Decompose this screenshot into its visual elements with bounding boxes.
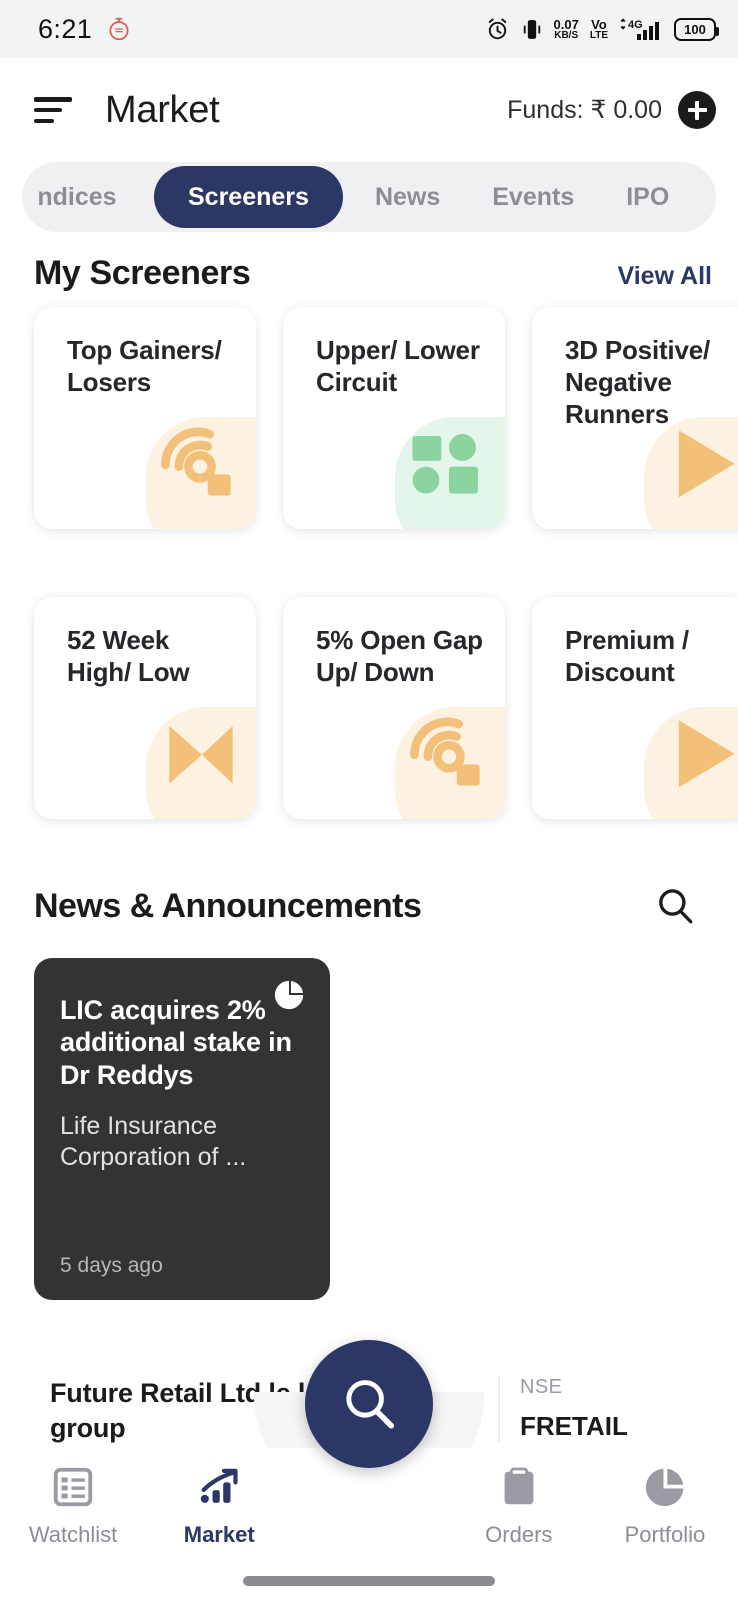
app-screen: 6:21 0.07 KB/S Vo LTE 4G 100 Market Fund… <box>0 0 738 1600</box>
funds-label: Funds: ₹ 0.00 <box>507 96 662 124</box>
status-bar-right: 0.07 KB/S Vo LTE 4G 100 <box>485 17 719 42</box>
tab-screeners[interactable]: Screeners <box>154 166 343 228</box>
list-icon <box>53 1467 93 1507</box>
nav-label: Portfolio <box>624 1522 706 1547</box>
screener-cards-row-2: 52 Week High/ Low 5% Open Gap Up/ Down P… <box>0 597 738 819</box>
volte-line2: LTE <box>589 29 608 41</box>
nav-item-market[interactable]: Market <box>146 1464 292 1548</box>
screener-card-3d-positive-negative-runners[interactable]: 3D Positive/ Negative Runners <box>532 307 738 529</box>
news-section-header: News & Announcements <box>0 885 738 927</box>
pie-chart-icon <box>645 1468 684 1507</box>
search-fab-button[interactable] <box>305 1340 433 1468</box>
nav-label: Orders <box>485 1522 553 1547</box>
radar-signal-icon <box>161 427 231 496</box>
news-section-title: News & Announcements <box>34 886 422 925</box>
nav-item-orders[interactable]: Orders <box>446 1464 592 1548</box>
news-body: Life Insurance Corporation of ... <box>60 1112 247 1172</box>
play-triangle-icon <box>678 720 735 788</box>
exchange-label: NSE <box>520 1376 563 1398</box>
network-speed: 0.07 KB/S <box>554 18 579 41</box>
status-time: 6:21 <box>38 13 93 44</box>
network-speed-unit: KB/S <box>554 29 579 41</box>
screener-card-title: Premium / Discount <box>565 625 689 687</box>
nav-label: Market <box>183 1522 255 1547</box>
screener-card-52-week-high-low[interactable]: 52 Week High/ Low <box>34 597 256 819</box>
box-icon <box>504 1467 534 1505</box>
news-list-item-meta: NSE FRETAIL <box>498 1376 628 1442</box>
tab-events[interactable]: Events <box>466 183 600 212</box>
screener-card-top-gainers-losers[interactable]: Top Gainers/ Losers <box>34 307 256 529</box>
screener-card-upper-lower-circuit[interactable]: Upper/ Lower Circuit <box>283 307 505 529</box>
screener-card-5-percent-open-gap[interactable]: 5% Open Gap Up/ Down <box>283 597 505 819</box>
home-indicator <box>243 1576 495 1586</box>
search-icon[interactable] <box>654 885 696 927</box>
tab-news[interactable]: News <box>349 183 466 212</box>
screener-cards-row-1: Top Gainers/ Losers Upper/ Lower Circuit… <box>0 307 738 529</box>
screeners-title: My Screeners <box>34 254 251 292</box>
svg-text:4G: 4G <box>628 19 643 31</box>
screener-card-premium-discount[interactable]: Premium / Discount <box>532 597 738 819</box>
nav-label: Watchlist <box>28 1522 118 1547</box>
battery-level: 100 <box>684 21 706 37</box>
news-headline: LIC acquires 2% additional stake in Dr R… <box>60 995 292 1090</box>
view-all-link[interactable]: View All <box>618 262 712 291</box>
page-title: Market <box>105 88 220 131</box>
add-funds-button[interactable] <box>678 91 716 129</box>
nav-item-watchlist[interactable]: Watchlist <box>0 1464 146 1548</box>
ticker-symbol: FRETAIL <box>520 1411 628 1441</box>
search-icon <box>346 1380 395 1429</box>
tab-indices[interactable]: ndices <box>22 183 148 212</box>
screener-card-title: 52 Week High/ Low <box>67 625 190 687</box>
grid-shapes-icon <box>412 434 478 494</box>
radar-signal-icon <box>410 717 480 786</box>
screener-card-title: 3D Positive/ Negative Runners <box>565 335 710 429</box>
app-header: Market Funds: ₹ 0.00 <box>0 58 738 162</box>
screener-card-title: Top Gainers/ Losers <box>67 335 222 397</box>
news-timestamp: 5 days ago <box>60 1254 163 1277</box>
nav-item-portfolio[interactable]: Portfolio <box>592 1464 738 1548</box>
screener-card-title: 5% Open Gap Up/ Down <box>316 625 483 687</box>
header-actions: Funds: ₹ 0.00 <box>507 91 716 129</box>
screener-card-title: Upper/ Lower Circuit <box>316 335 480 397</box>
tab-ipo[interactable]: IPO <box>600 183 695 212</box>
screeners-section-header: My Screeners View All <box>0 232 738 293</box>
status-bar-left: 6:21 <box>38 14 132 45</box>
stopwatch-icon <box>106 16 132 42</box>
vibrate-icon <box>521 17 543 42</box>
signal-bars-icon: 4G <box>619 17 663 42</box>
market-tabs: ndices Screeners News Events IPO <box>0 162 738 232</box>
tab-track[interactable]: ndices Screeners News Events IPO <box>22 162 716 232</box>
status-bar: 6:21 0.07 KB/S Vo LTE 4G 100 <box>0 0 738 58</box>
pie-chart-icon <box>274 980 304 1010</box>
news-featured-card[interactable]: LIC acquires 2% additional stake in Dr R… <box>34 958 330 1300</box>
alarm-clock-icon <box>485 17 510 42</box>
hourglass-bowtie-icon <box>169 725 233 784</box>
hamburger-menu-icon[interactable] <box>34 97 72 123</box>
bar-chart-arrow-icon <box>200 1468 238 1503</box>
battery-indicator: 100 <box>674 17 719 41</box>
volte-icon: Vo LTE <box>590 18 608 41</box>
